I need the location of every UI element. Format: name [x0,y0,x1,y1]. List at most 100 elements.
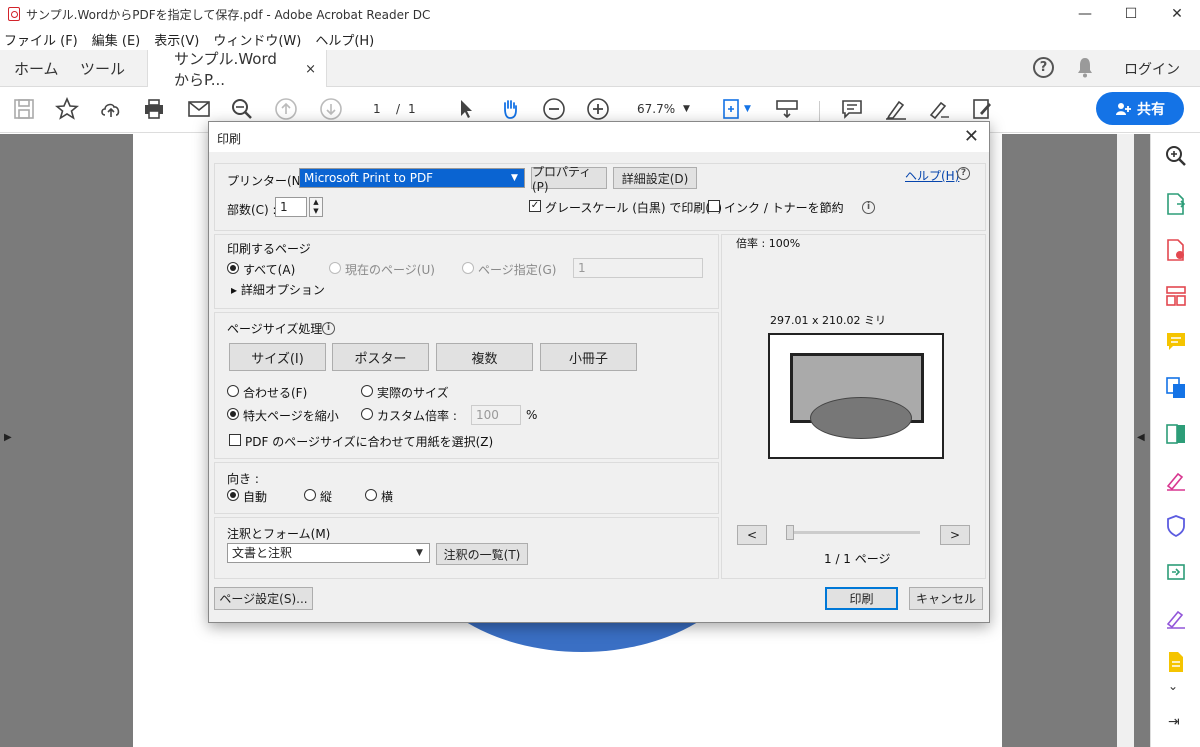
dialog-close-button[interactable]: ✕ [964,126,979,147]
ink-save-checkbox[interactable] [708,200,720,212]
comment-tool-icon[interactable] [1164,330,1188,354]
shrink-radio[interactable] [227,408,239,420]
zoom-search-icon[interactable] [229,96,255,122]
create-pdf-icon[interactable] [1164,238,1188,262]
title-bar: サンプル.WordからPDFを指定して保存.pdf - Adobe Acroba… [0,0,1200,28]
hand-tool-icon[interactable] [497,96,523,122]
protect-shield-icon[interactable] [1164,514,1188,538]
login-link[interactable]: ログイン [1124,59,1180,79]
share-button[interactable]: 共有 [1096,92,1184,125]
page-up-icon[interactable] [273,96,299,122]
preview-next-button[interactable]: > [940,525,970,545]
export-pdf-icon[interactable] [1164,192,1188,216]
comments-dropdown-icon[interactable]: ▼ [416,548,423,558]
printer-dropdown-icon[interactable]: ▼ [511,173,518,183]
maximize-button[interactable]: ☐ [1108,0,1154,28]
print-icon[interactable] [141,96,167,122]
orientation-auto-radio[interactable] [227,489,239,501]
orientation-auto-label: 自動 [243,490,268,504]
more-options-toggle[interactable]: ▸ 詳細オプション [231,281,325,298]
zoom-out-icon[interactable] [541,96,567,122]
copies-stepper[interactable]: ▲ ▼ [309,197,323,217]
shrink-label: 特大ページを縮小 [243,409,339,423]
comment-icon[interactable] [839,96,865,122]
fit-dropdown-icon[interactable]: ▼ [744,104,751,114]
pages-all-radio[interactable] [227,262,239,274]
help-info-icon[interactable]: ? [957,167,970,180]
right-panel-toggle-icon[interactable]: ◀ [1137,432,1145,443]
comments-forms-select[interactable]: 文書と注釈 [227,543,430,563]
page-sizing-info-icon[interactable]: i [322,322,335,335]
organize-pages-icon[interactable] [1164,284,1188,308]
help-icon[interactable]: ? [1033,57,1054,78]
close-window-button[interactable]: ✕ [1154,0,1200,28]
search-zoom-icon[interactable] [1164,144,1188,168]
page-down-icon[interactable] [318,96,344,122]
advanced-settings-button[interactable]: 詳細設定(D) [613,167,697,189]
mail-icon[interactable] [186,96,212,122]
panel-scroll-down-icon[interactable]: ⌄ [1168,679,1178,693]
menu-edit[interactable]: 編集 (E) [92,30,141,49]
custom-scale-radio[interactable] [361,408,373,420]
preview-slider-thumb[interactable] [786,525,794,540]
multiple-button[interactable]: 複数 [436,343,533,371]
send-track-icon[interactable] [1164,560,1188,584]
pages-range-radio[interactable] [462,262,474,274]
zoom-in-icon[interactable] [585,96,611,122]
size-button[interactable]: サイズ(I) [229,343,326,371]
more-tools-icon[interactable] [1164,650,1188,674]
printer-select[interactable]: Microsoft Print to PDF [299,168,525,188]
booklet-button[interactable]: 小冊子 [540,343,637,371]
preview-prev-button[interactable]: < [737,525,767,545]
zoom-dropdown-icon[interactable]: ▼ [683,104,690,114]
combine-files-icon[interactable] [1164,376,1188,400]
star-icon[interactable] [54,96,80,122]
print-dialog: 印刷 ✕ プリンター(N) : Microsoft Print to PDF ▼… [208,121,990,623]
orientation-landscape-radio[interactable] [365,489,377,501]
help-link[interactable]: ヘルプ(H) [905,167,959,184]
bell-icon[interactable] [1076,56,1094,78]
custom-scale-input[interactable]: 100 [471,405,521,425]
sign-icon[interactable] [926,96,952,122]
print-button[interactable]: 印刷 [825,587,898,610]
tab-home[interactable]: ホーム [14,50,59,87]
copies-input[interactable]: 1 [275,197,307,217]
keyboard-scroll-icon[interactable] [774,96,800,122]
actual-size-radio[interactable] [361,385,373,397]
collapse-panel-icon[interactable]: ⇥ [1168,714,1180,730]
menu-window[interactable]: ウィンドウ(W) [213,30,301,49]
save-icon[interactable] [11,96,37,122]
page-current[interactable]: 1 [373,102,381,116]
scan-ocr-icon[interactable] [1164,422,1188,446]
poster-button[interactable]: ポスター [332,343,429,371]
fill-and-sign-icon[interactable] [1164,468,1188,492]
menu-help[interactable]: ヘルプ(H) [315,30,374,49]
tab-close-icon[interactable]: × [305,62,316,77]
fit-page-icon[interactable] [719,96,745,122]
left-panel-toggle-icon[interactable]: ▶ [4,432,12,443]
pages-current-radio[interactable] [329,262,341,274]
menu-file[interactable]: ファイル (F) [4,30,78,49]
choose-paper-checkbox[interactable] [229,434,241,446]
tab-document[interactable]: サンプル.WordからP... × [147,50,327,89]
select-cursor-icon[interactable] [453,96,479,122]
vertical-scrollbar[interactable] [1117,134,1134,747]
minimize-button[interactable]: — [1062,0,1108,28]
zoom-level[interactable]: 67.7% [637,102,675,116]
grayscale-checkbox[interactable]: ✓ [529,200,541,212]
tab-tools[interactable]: ツール [80,50,125,87]
fill-sign-icon[interactable] [969,96,995,122]
page-setup-button[interactable]: ページ設定(S)... [214,587,313,610]
request-signature-icon[interactable] [1164,606,1188,630]
comments-summary-button[interactable]: 注釈の一覧(T) [436,543,528,565]
properties-button[interactable]: プロパティ(P) [531,165,607,194]
upload-cloud-icon[interactable] [98,96,124,122]
preview-page-slider[interactable] [786,531,920,534]
ink-save-info-icon[interactable]: i [862,201,875,214]
highlight-pen-icon[interactable] [883,96,909,122]
menu-view[interactable]: 表示(V) [154,30,199,49]
orientation-portrait-radio[interactable] [304,489,316,501]
pages-range-input[interactable]: 1 [573,258,703,278]
fit-radio[interactable] [227,385,239,397]
cancel-button[interactable]: キャンセル [909,587,983,610]
